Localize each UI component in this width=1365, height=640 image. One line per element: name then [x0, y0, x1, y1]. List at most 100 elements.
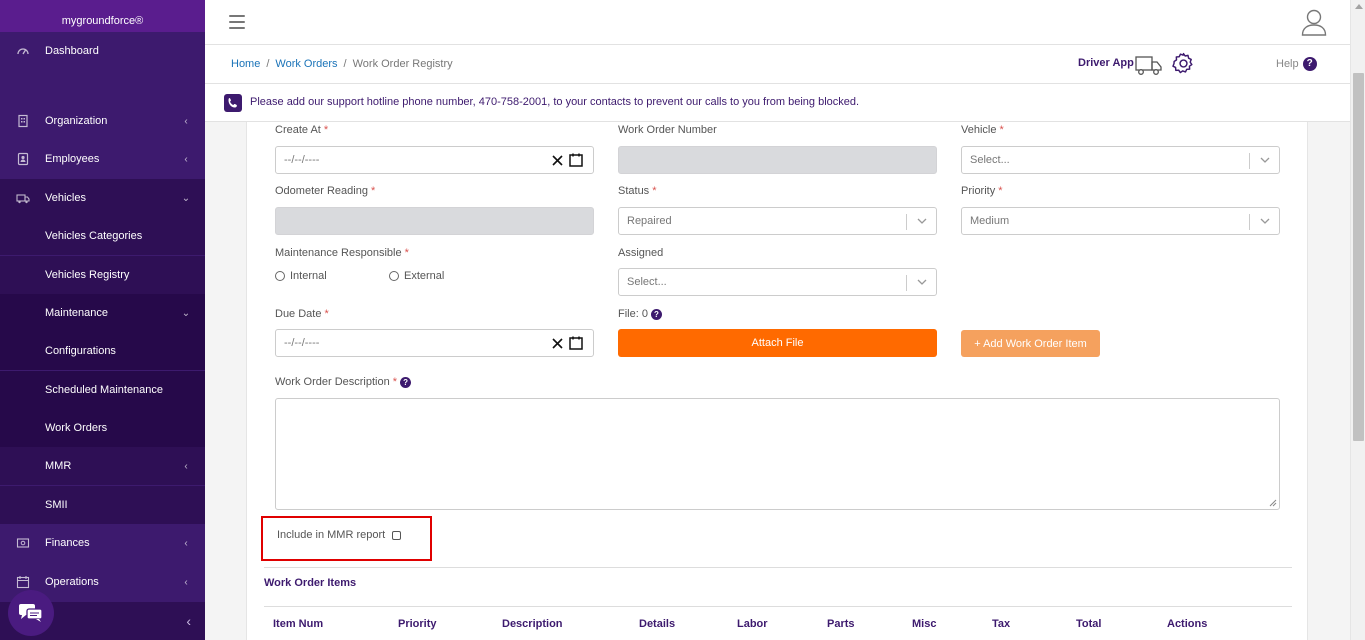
col-details: Details	[639, 618, 676, 630]
radio-internal[interactable]: Internal	[275, 270, 327, 282]
create-at-input[interactable]: --/--/----	[275, 146, 594, 174]
user-avatar-icon[interactable]	[1301, 8, 1327, 36]
breadcrumb-bar: Home / Work Orders / Work Order Registry Dri…	[205, 45, 1350, 84]
priority-select[interactable]: Medium	[961, 207, 1280, 235]
sidebar-item-smii[interactable]: SMII	[0, 486, 205, 524]
col-priority: Priority	[398, 618, 437, 630]
add-work-order-item-button[interactable]: + Add Work Order Item	[961, 330, 1100, 357]
col-tax: Tax	[992, 618, 1011, 630]
chevron-down-icon	[906, 214, 936, 230]
sidebar-item-vehicles[interactable]: Vehicles ⌄	[0, 179, 205, 217]
col-misc: Misc	[912, 618, 937, 630]
id-card-icon	[17, 152, 29, 166]
col-total: Total	[1076, 618, 1102, 630]
col-actions: Actions	[1167, 618, 1208, 630]
assigned-label: Assigned	[618, 247, 664, 259]
driver-app-link[interactable]: Driver App	[1078, 57, 1134, 69]
clear-date-icon[interactable]	[552, 154, 563, 166]
priority-label: Priority *	[961, 185, 1003, 197]
top-bar	[205, 0, 1365, 45]
vehicle-label: Vehicle *	[961, 124, 1004, 136]
notice-text: Please add our support hotline phone num…	[250, 96, 860, 108]
scroll-up-icon[interactable]	[1355, 4, 1363, 9]
clear-date-icon[interactable]	[552, 337, 563, 349]
status-label: Status *	[618, 185, 657, 197]
due-date-label: Due Date *	[275, 308, 329, 320]
chevron-left-icon: ‹	[184, 460, 188, 472]
description-textarea[interactable]	[275, 398, 1280, 510]
chevron-down-icon	[1249, 214, 1279, 230]
collapse-sidebar-button[interactable]: ‹	[186, 614, 191, 628]
breadcrumb-home-link[interactable]: Home	[231, 58, 260, 70]
page-scrollbar[interactable]	[1350, 0, 1365, 640]
calendar-picker-icon[interactable]	[569, 153, 583, 167]
work-order-number-input	[618, 146, 937, 174]
scrollbar-thumb[interactable]	[1353, 73, 1364, 441]
radio-external[interactable]: External	[389, 270, 444, 282]
chat-widget-button[interactable]	[8, 590, 54, 636]
create-at-label: Create At *	[275, 124, 329, 136]
support-notice: Please add our support hotline phone num…	[205, 84, 1350, 122]
breadcrumb: Home / Work Orders / Work Order Registry	[231, 58, 453, 70]
sidebar-item-mmr[interactable]: MMR ‹	[0, 447, 205, 485]
divider	[264, 606, 1292, 607]
sidebar-item-dashboard[interactable]: Dashboard	[0, 32, 205, 70]
breadcrumb-current: Work Order Registry	[352, 58, 453, 70]
chevron-left-icon: ‹	[184, 115, 188, 127]
sidebar-item-vehicles-registry[interactable]: Vehicles Registry	[0, 256, 205, 294]
sidebar-item-vehicles-categories[interactable]: Vehicles Categories	[0, 217, 205, 255]
col-labor: Labor	[737, 618, 768, 630]
driver-truck-icon[interactable]	[1135, 53, 1163, 77]
help-icon: ?	[1302, 57, 1317, 71]
odometer-label: Odometer Reading *	[275, 185, 376, 197]
sidebar-item-finances[interactable]: Finances ‹	[0, 524, 205, 562]
resize-handle-icon[interactable]	[1269, 499, 1277, 507]
truck-icon	[16, 194, 30, 204]
menu-toggle-icon[interactable]	[229, 15, 245, 29]
file-help-icon[interactable]: ?	[650, 308, 662, 320]
col-item-num: Item Num	[273, 618, 324, 630]
attach-file-button[interactable]: Attach File	[618, 329, 937, 357]
maintenance-responsible-label: Maintenance Responsible *	[275, 247, 409, 259]
building-icon	[18, 114, 28, 128]
finance-icon	[16, 538, 30, 548]
sidebar: mygroundforce® Dashboard Organization ‹ …	[0, 0, 205, 640]
status-select[interactable]: Repaired	[618, 207, 937, 235]
chevron-down-icon	[906, 275, 936, 291]
settings-gear-icon[interactable]	[1171, 51, 1196, 76]
sidebar-item-maintenance[interactable]: Maintenance ⌄	[0, 294, 205, 332]
calendar-icon	[16, 576, 30, 589]
work-order-items-title: Work Order Items	[264, 577, 357, 589]
mmr-highlight-box: Include in MMR report	[261, 516, 432, 561]
calendar-picker-icon[interactable]	[569, 336, 583, 350]
vehicle-select[interactable]: Select...	[961, 146, 1280, 174]
description-label: Work Order Description *?	[275, 376, 412, 388]
description-help-icon[interactable]: ?	[400, 376, 412, 388]
due-date-input[interactable]: --/--/----	[275, 329, 594, 357]
col-description: Description	[502, 618, 563, 630]
phone-icon	[224, 94, 242, 112]
divider	[264, 567, 1292, 568]
main-content: Create At * --/--/---- Work Order Number…	[205, 122, 1350, 640]
mmr-checkbox-row[interactable]: Include in MMR report	[277, 529, 402, 541]
sidebar-item-configurations[interactable]: Configurations	[0, 332, 205, 370]
assigned-select[interactable]: Select...	[618, 268, 937, 296]
chevron-down-icon: ⌄	[181, 192, 191, 204]
sidebar-item-scheduled-maintenance[interactable]: Scheduled Maintenance	[0, 371, 205, 409]
work-order-number-label: Work Order Number	[618, 124, 717, 136]
sidebar-item-organization[interactable]: Organization ‹	[0, 102, 205, 140]
dashboard-icon	[17, 48, 29, 55]
sidebar-item-work-orders[interactable]: Work Orders	[0, 409, 205, 447]
col-parts: Parts	[827, 618, 855, 630]
help-link[interactable]: Help?	[1276, 57, 1317, 71]
chevron-down-icon	[1249, 153, 1279, 169]
sidebar-item-employees[interactable]: Employees ‹	[0, 140, 205, 178]
odometer-input	[275, 207, 594, 235]
file-count-label: File: 0?	[618, 308, 662, 320]
chat-icon	[19, 604, 43, 622]
chevron-left-icon: ‹	[184, 576, 188, 588]
chevron-left-icon: ‹	[184, 153, 188, 165]
chevron-left-icon: ‹	[184, 537, 188, 549]
mmr-checkbox[interactable]	[392, 530, 402, 540]
breadcrumb-work-orders-link[interactable]: Work Orders	[275, 58, 337, 70]
